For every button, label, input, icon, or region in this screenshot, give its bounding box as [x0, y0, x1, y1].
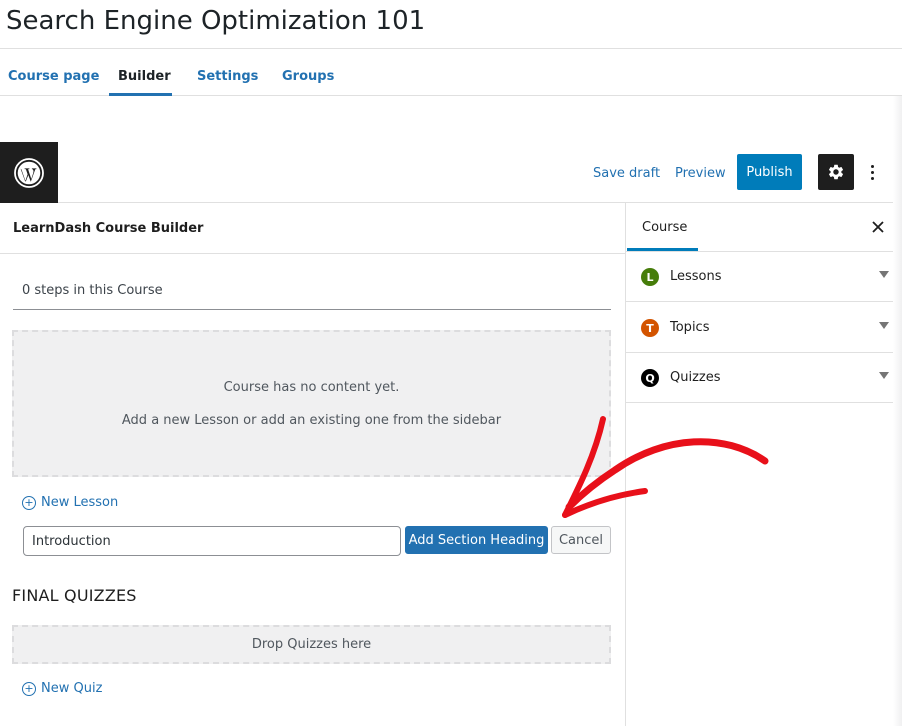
close-icon[interactable] — [870, 217, 886, 237]
wordpress-icon — [14, 157, 44, 188]
builder-title: LearnDash Course Builder — [13, 221, 204, 236]
save-draft-button[interactable]: Save draft — [593, 166, 660, 181]
plus-circle-icon: + — [22, 495, 36, 510]
sidebar-item-label: Quizzes — [670, 370, 721, 385]
wordpress-logo-button[interactable] — [0, 142, 58, 203]
tab-settings[interactable]: Settings — [197, 69, 258, 84]
new-quiz-link[interactable]: + New Quiz — [22, 681, 102, 696]
scroll-edge — [893, 96, 902, 726]
tab-groups[interactable]: Groups — [282, 69, 334, 84]
publish-button[interactable]: Publish — [737, 154, 802, 190]
sidebar-item-lessons[interactable]: L Lessons — [626, 252, 902, 302]
tab-builder[interactable]: Builder — [118, 69, 171, 84]
steps-divider — [13, 309, 611, 310]
new-lesson-link[interactable]: + New Lesson — [22, 495, 118, 510]
editor-header: Save draft Preview Publish — [0, 142, 902, 203]
empty-hint: Add a new Lesson or add an existing one … — [121, 413, 502, 428]
page-title: Search Engine Optimization 101 — [6, 6, 426, 36]
topic-badge-icon: T — [641, 319, 659, 337]
plus-circle-icon: + — [22, 681, 36, 696]
add-section-heading-button[interactable]: Add Section Heading — [405, 526, 548, 554]
preview-button[interactable]: Preview — [675, 166, 726, 181]
caret-down-icon — [879, 322, 889, 329]
lessons-drop-zone[interactable]: Course has no content yet. Add a new Les… — [12, 330, 611, 477]
more-options-button[interactable] — [862, 160, 882, 184]
dot-icon — [870, 170, 874, 174]
caret-down-icon — [879, 372, 889, 379]
dot-icon — [870, 176, 874, 180]
cancel-button[interactable]: Cancel — [551, 526, 611, 554]
settings-button[interactable] — [818, 154, 854, 190]
new-quiz-label: New Quiz — [41, 681, 103, 696]
new-lesson-label: New Lesson — [41, 495, 119, 510]
sidebar-item-label: Lessons — [670, 269, 722, 284]
section-heading-input[interactable]: Introduction — [23, 526, 401, 556]
builder-divider — [0, 253, 625, 254]
steps-count: 0 steps in this Course — [22, 283, 163, 298]
gear-icon — [828, 164, 844, 180]
sidebar-item-label: Topics — [670, 320, 710, 335]
dot-icon — [870, 164, 874, 168]
course-tabs: Course page Builder Settings Groups — [0, 49, 902, 96]
active-tab-indicator — [109, 93, 172, 96]
quiz-badge-icon: Q — [641, 369, 659, 387]
course-builder-panel: LearnDash Course Builder 0 steps in this… — [0, 203, 625, 726]
sidebar-item-quizzes[interactable]: Q Quizzes — [626, 353, 902, 403]
quizzes-drop-zone[interactable]: Drop Quizzes here — [12, 625, 611, 664]
sidebar-tab-course[interactable]: Course — [642, 220, 687, 235]
lesson-badge-icon: L — [641, 268, 659, 286]
final-quizzes-heading: FINAL QUIZZES — [12, 586, 137, 605]
tab-course-page[interactable]: Course page — [8, 69, 99, 84]
course-sidebar: Course L Lessons T Topics Q Quizzes — [625, 203, 902, 726]
sidebar-item-topics[interactable]: T Topics — [626, 303, 902, 353]
empty-message: Course has no content yet. — [223, 380, 400, 395]
caret-down-icon — [879, 271, 889, 278]
